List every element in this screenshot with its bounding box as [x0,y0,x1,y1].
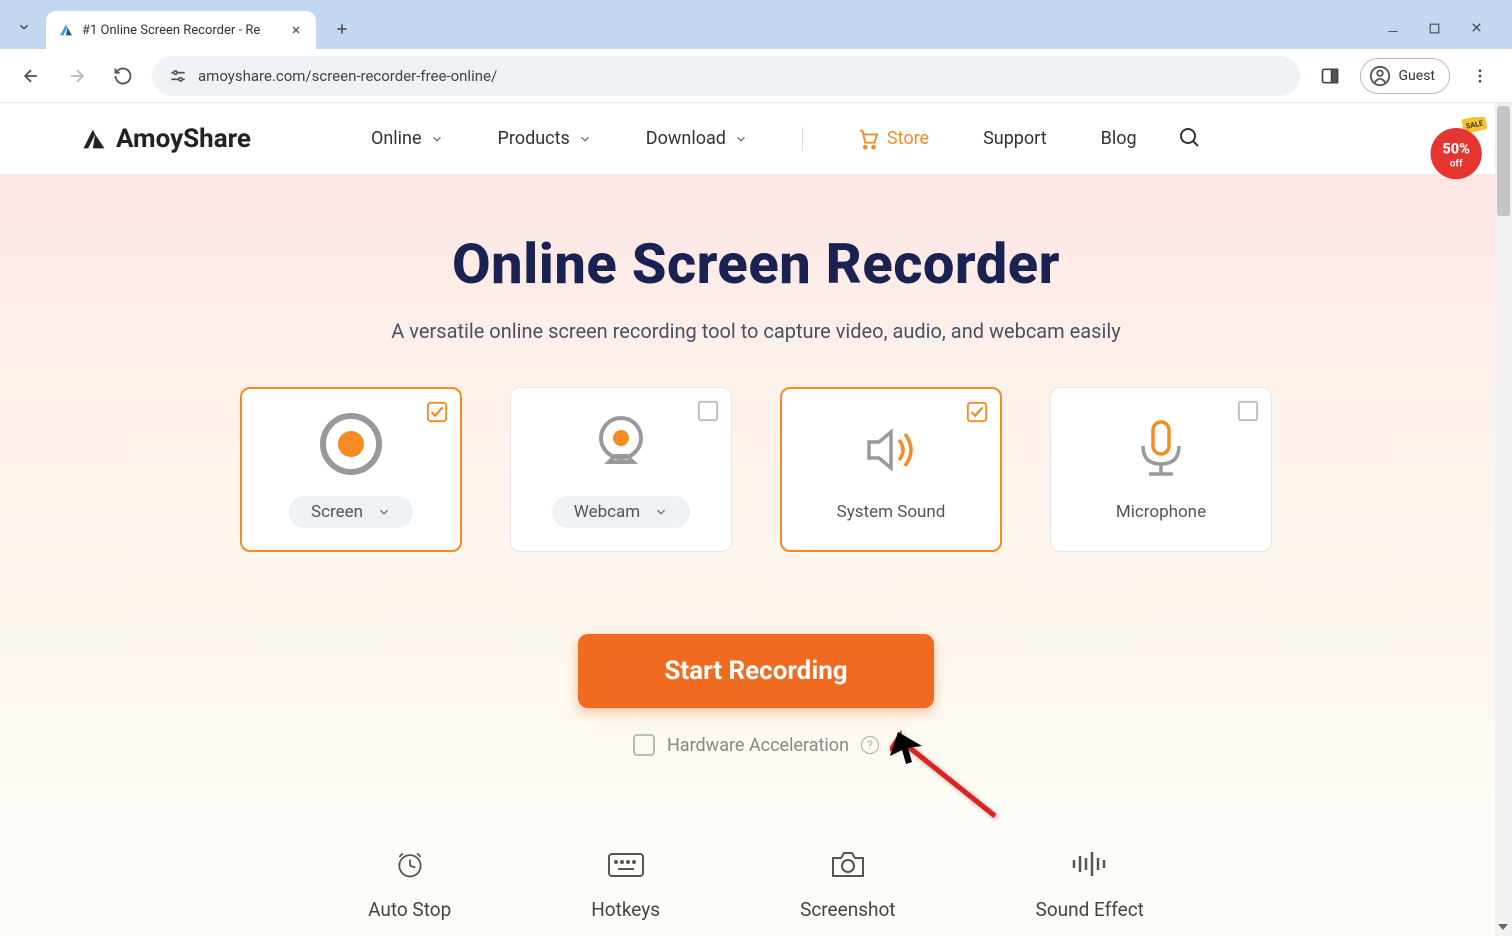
feature-label: Sound Effect [1036,898,1144,921]
option-screen[interactable]: Screen [240,387,462,552]
page-subtitle: A versatile online screen recording tool… [0,319,1512,343]
option-webcam[interactable]: Webcam [510,387,732,552]
scrollbar-track[interactable] [1495,103,1512,936]
favicon-icon [58,22,74,38]
chevron-down-icon [430,132,444,146]
browser-toolbar: amoyshare.com/screen-recorder-free-onlin… [0,49,1512,103]
microphone-icon [1133,418,1189,482]
checkbox-unchecked-icon[interactable] [697,400,719,422]
nav-products[interactable]: Products [498,128,592,149]
chevron-down-icon [654,505,668,519]
scrollbar-thumb[interactable] [1497,106,1510,216]
nav-download[interactable]: Download [646,128,748,149]
reload-button[interactable] [106,59,140,93]
sale-badge[interactable]: SALE 50% off [1426,117,1490,181]
logo[interactable]: AmoyShare [80,124,251,154]
page-title: Online Screen Recorder [0,231,1512,297]
hardware-acceleration-row: Hardware Acceleration ? [0,734,1512,756]
browser-tab-strip: #1 Online Screen Recorder - Re [0,0,1512,49]
recording-options: Screen Webcam System Sound [0,387,1512,552]
logo-icon [80,125,108,153]
site-header: AmoyShare Online Products Download Store… [0,103,1512,175]
main-nav: Online Products Download Store Support B… [371,127,1137,151]
tab-title: #1 Online Screen Recorder - Re [82,23,280,38]
chevron-down-icon [377,505,391,519]
help-icon[interactable]: ? [861,736,879,754]
keyboard-icon [606,848,646,880]
option-label: Microphone [1116,502,1206,522]
feature-label: Screenshot [800,898,895,921]
scroll-down-icon[interactable] [1498,922,1508,932]
feature-hotkeys[interactable]: Hotkeys [591,848,660,921]
checkbox-unchecked-icon[interactable] [1237,400,1259,422]
site-settings-icon[interactable] [168,66,188,86]
features-row: Auto Stop Hotkeys Screenshot Sound Effec… [0,790,1512,936]
profile-button[interactable]: Guest [1360,58,1450,94]
start-recording-button[interactable]: Start Recording [578,634,933,708]
svg-text:50%: 50% [1442,140,1470,158]
clock-icon [392,848,428,880]
guest-avatar-icon [1369,65,1391,87]
page-content: AmoyShare Online Products Download Store… [0,103,1512,936]
chevron-down-icon [578,132,592,146]
browser-tab[interactable]: #1 Online Screen Recorder - Re [46,11,316,49]
maximize-icon[interactable] [1428,20,1441,39]
nav-support[interactable]: Support [983,128,1047,149]
option-label: Webcam [574,502,640,522]
forward-button[interactable] [60,59,94,93]
nav-divider [802,127,803,151]
tab-close-button[interactable] [288,22,304,38]
screen-record-icon [317,412,385,476]
option-label: System Sound [837,502,946,522]
checkbox-checked-icon[interactable] [966,401,988,423]
window-controls [1386,20,1504,49]
search-button[interactable] [1177,125,1201,153]
new-tab-button[interactable] [326,13,358,45]
camera-icon [829,848,867,880]
feature-screenshot[interactable]: Screenshot [800,848,895,921]
nav-online[interactable]: Online [371,128,444,149]
option-label: Screen [311,502,363,522]
cart-icon [857,128,879,150]
cta-section: Start Recording Hardware Acceleration ? [0,592,1512,790]
url-text: amoyshare.com/screen-recorder-free-onlin… [198,67,497,85]
tab-search-button[interactable] [8,11,40,43]
hero-section: Online Screen Recorder A versatile onlin… [0,175,1512,592]
option-webcam-dropdown[interactable]: Webcam [552,496,690,528]
svg-text:off: off [1450,158,1463,169]
feature-label: Auto Stop [368,898,451,921]
nav-store[interactable]: Store [857,128,929,150]
option-system-sound[interactable]: System Sound [780,387,1002,552]
speaker-icon [861,418,921,482]
guest-label: Guest [1399,68,1435,84]
side-panel-icon[interactable] [1312,58,1348,94]
hardware-accel-label: Hardware Acceleration [667,735,849,756]
back-button[interactable] [14,59,48,93]
feature-auto-stop[interactable]: Auto Stop [368,848,451,921]
feature-sound-effect[interactable]: Sound Effect [1036,848,1144,921]
hardware-accel-checkbox[interactable] [633,734,655,756]
sound-wave-icon [1068,848,1112,880]
nav-blog[interactable]: Blog [1101,128,1137,149]
logo-text: AmoyShare [116,124,251,154]
close-icon[interactable] [1469,20,1484,39]
checkbox-checked-icon[interactable] [426,401,448,423]
option-microphone[interactable]: Microphone [1050,387,1272,552]
minimize-icon[interactable] [1386,20,1400,39]
feature-label: Hotkeys [591,898,660,921]
option-screen-dropdown[interactable]: Screen [289,496,413,528]
webcam-icon [589,412,653,476]
chevron-down-icon [734,132,748,146]
address-bar[interactable]: amoyshare.com/screen-recorder-free-onlin… [152,56,1300,96]
browser-menu-button[interactable] [1462,58,1498,94]
